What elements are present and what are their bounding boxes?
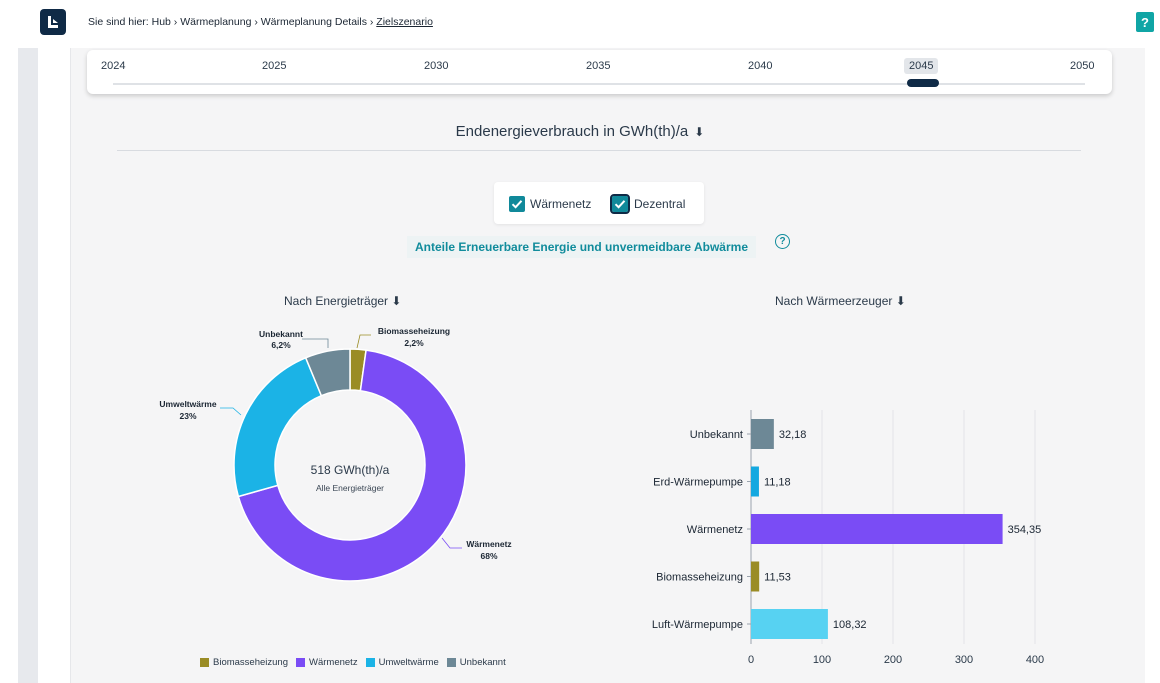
x-tick-label: 300 <box>955 654 973 666</box>
donut-subtitle: Nach Energieträger ⬇ <box>284 294 401 308</box>
section-title-text: Endenergieverbrauch in GWh(th)/a <box>455 123 689 140</box>
leader-line-waermenetz <box>441 537 462 549</box>
bar-value-label: 11,18 <box>764 477 791 489</box>
chart-section-title: Endenergieverbrauch in GWh(th)/a ⬇ <box>0 123 1160 140</box>
bar-subtitle-text: Nach Wärmeerzeuger <box>775 294 893 308</box>
label-waermenetz-name: Wärmenetz <box>466 539 511 549</box>
year-2024[interactable]: 2024 <box>101 60 125 72</box>
timeline-track <box>113 83 1085 85</box>
checkbox-waermenetz-label[interactable]: Wärmenetz <box>530 197 591 211</box>
year-2025[interactable]: 2025 <box>262 60 286 72</box>
legend-item-umwelt[interactable]: Umweltwärme <box>365 657 439 668</box>
check-icon <box>511 200 523 209</box>
label-unbekannt-name: Unbekannt <box>259 329 303 339</box>
legend-label: Wärmenetz <box>309 657 358 668</box>
download-icon[interactable]: ⬇ <box>694 125 704 139</box>
legend-swatch <box>296 658 305 667</box>
info-icon[interactable]: ? <box>775 234 790 249</box>
renewable-share-link[interactable]: Anteile Erneuerbare Energie und unvermei… <box>407 236 756 258</box>
x-tick-label: 100 <box>813 654 831 666</box>
legend-swatch <box>365 658 375 667</box>
label-biomasse-pct: 2,2% <box>404 338 424 348</box>
x-tick-label: 200 <box>884 654 902 666</box>
bar-luft-wärmepumpe[interactable] <box>751 609 828 639</box>
bar-chart: 0 100 200 300 400 Unbekannt 32,18 Erd-Wärmepump… <box>652 410 1044 666</box>
checkbox-waermenetz[interactable] <box>509 196 525 212</box>
donut-center-value: 518 GWh(th)/a <box>311 463 390 477</box>
y-category-label: Biomasseheizung <box>656 572 743 584</box>
title-divider <box>117 150 1081 151</box>
x-tick-label: 0 <box>748 654 754 666</box>
year-2030[interactable]: 2030 <box>424 60 448 72</box>
bar-unbekannt[interactable] <box>751 419 774 449</box>
bar-erd-wärmepumpe[interactable] <box>751 466 759 497</box>
y-category-label: Erd-Wärmepumpe <box>653 477 743 489</box>
y-category-label: Unbekannt <box>690 429 743 441</box>
x-tick-label: 400 <box>1026 654 1044 666</box>
checkbox-dezentral-label[interactable]: Dezentral <box>634 197 685 211</box>
breadcrumb-path: Sie sind hier: Hub › Wärmeplanung › Wärm… <box>88 16 377 28</box>
legend-swatch <box>446 658 456 667</box>
leader-line-unbekannt <box>302 338 329 348</box>
checkbox-dezentral[interactable] <box>610 194 630 214</box>
top-bar: Sie sind hier: Hub › Wärmeplanung › Wärm… <box>0 0 1160 48</box>
year-2035[interactable]: 2035 <box>586 60 610 72</box>
label-waermenetz-pct: 68% <box>480 551 497 561</box>
bar-value-label: 11,53 <box>764 572 791 584</box>
legend-swatch <box>200 658 209 667</box>
y-category-label: Wärmenetz <box>687 524 743 536</box>
logo-icon <box>48 16 58 28</box>
bar-value-label: 108,32 <box>833 619 867 631</box>
filter-checkboxes: Wärmenetz Dezentral <box>494 182 704 224</box>
label-biomasse-name: Biomasseheizung <box>378 326 450 336</box>
year-2040[interactable]: 2040 <box>748 60 772 72</box>
legend-item-waermenetz[interactable]: Wärmenetz <box>296 657 358 668</box>
label-umwelt-name: Umweltwärme <box>159 399 216 409</box>
download-icon[interactable]: ⬇ <box>391 294 401 308</box>
bar-wärmenetz[interactable] <box>751 514 1003 544</box>
legend-label: Umweltwärme <box>378 657 439 668</box>
label-unbekannt-pct: 6,2% <box>271 340 291 350</box>
app-logo[interactable] <box>40 9 66 35</box>
year-2050[interactable]: 2050 <box>1070 60 1094 72</box>
y-category-label: Luft-Wärmepumpe <box>652 619 743 631</box>
timeline-handle[interactable] <box>907 79 939 87</box>
check-icon <box>614 200 626 209</box>
leader-line-biomasse <box>356 334 371 349</box>
donut-legend: Biomasseheizung Wärmenetz Umweltwärme Un… <box>200 657 506 668</box>
legend-item-unbekannt[interactable]: Unbekannt <box>446 657 506 668</box>
breadcrumb-current[interactable]: Zielszenario <box>376 16 433 28</box>
donut-chart: 518 GWh(th)/a Alle Energieträger Unbekan… <box>159 326 512 582</box>
donut-slice-umweltwärme[interactable] <box>233 356 323 498</box>
legend-label: Unbekannt <box>459 657 506 668</box>
help-button[interactable]: ? <box>1136 12 1154 32</box>
bar-biomasseheizung[interactable] <box>751 561 760 592</box>
bar-value-label: 354,35 <box>1008 524 1042 536</box>
year-timeline-slider[interactable]: 2024 2025 2030 2035 2040 2045 2050 <box>87 50 1112 94</box>
bar-value-label: 32,18 <box>779 429 807 441</box>
left-scroll-strip <box>18 48 38 683</box>
legend-item-biomasse[interactable]: Biomasseheizung <box>200 657 288 668</box>
breadcrumb: Sie sind hier: Hub › Wärmeplanung › Wärm… <box>88 16 433 28</box>
download-icon[interactable]: ⬇ <box>896 294 906 308</box>
donut-center-label: Alle Energieträger <box>316 483 384 493</box>
leader-line-umwelt <box>220 407 242 416</box>
donut-subtitle-text: Nach Energieträger <box>284 294 389 308</box>
label-umwelt-pct: 23% <box>179 411 196 421</box>
legend-label: Biomasseheizung <box>213 657 288 668</box>
bar-subtitle: Nach Wärmeerzeuger ⬇ <box>775 294 906 308</box>
year-2045-selected[interactable]: 2045 <box>904 58 939 74</box>
